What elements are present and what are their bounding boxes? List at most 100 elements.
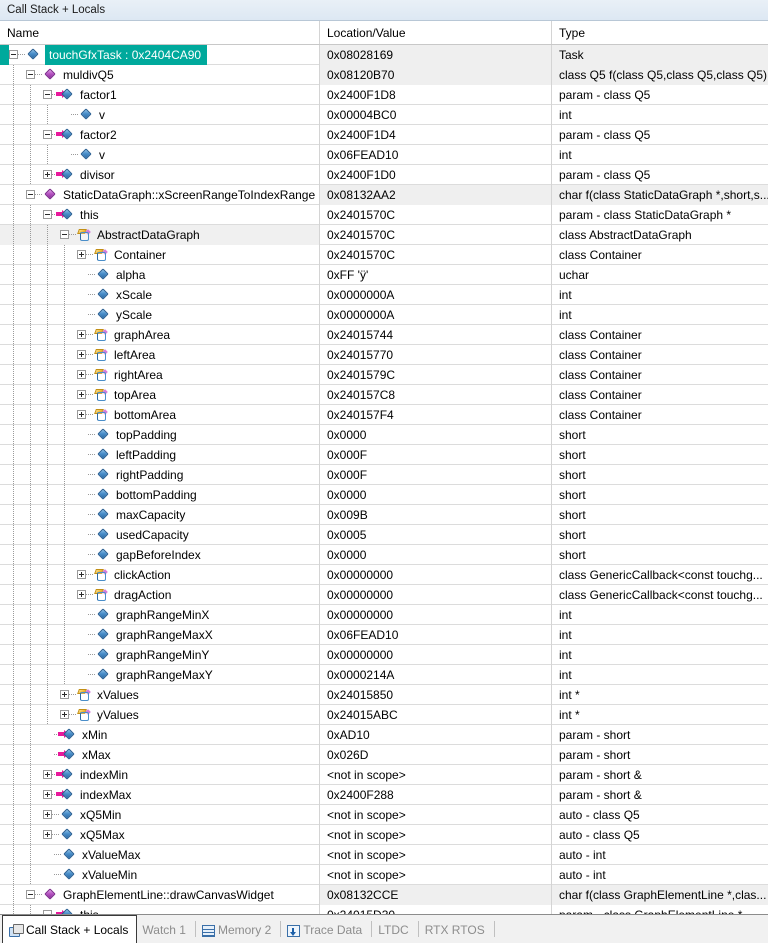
table-row[interactable]: yValues 0x24015ABC int * bbox=[0, 704, 768, 725]
cell-name[interactable]: graphArea bbox=[0, 324, 320, 345]
expand-icon[interactable] bbox=[43, 810, 52, 819]
cell-name[interactable]: topArea bbox=[0, 384, 320, 405]
cell-name[interactable]: bottomArea bbox=[0, 404, 320, 425]
expand-icon[interactable] bbox=[77, 390, 86, 399]
cell-name[interactable]: xQ5Min bbox=[0, 804, 320, 825]
tree-node[interactable]: xQ5Max bbox=[0, 824, 319, 845]
table-row[interactable]: this 0x24015D30param - class GraphElement… bbox=[0, 904, 768, 914]
cell-location-value[interactable]: 0x0005 bbox=[320, 524, 552, 545]
tab-watch-1[interactable]: Watch 1 bbox=[137, 916, 194, 943]
collapse-icon[interactable] bbox=[26, 890, 35, 899]
tree-node[interactable]: factor1 bbox=[0, 84, 319, 105]
cell-name[interactable]: this bbox=[0, 204, 320, 225]
expand-icon[interactable] bbox=[60, 690, 69, 699]
tree-node[interactable]: xScale bbox=[0, 284, 319, 305]
expand-icon[interactable] bbox=[43, 170, 52, 179]
cell-location-value[interactable]: 0x026D bbox=[320, 744, 552, 765]
cell-name[interactable]: yValues bbox=[0, 704, 320, 725]
table-row[interactable]: v 0x00004BC0 int bbox=[0, 104, 768, 125]
tree-node[interactable]: gapBeforeIndex bbox=[0, 544, 319, 565]
cell-location-value[interactable]: 0x0000000A bbox=[320, 304, 552, 325]
collapse-icon[interactable] bbox=[9, 50, 18, 59]
cell-name[interactable]: leftArea bbox=[0, 344, 320, 365]
expand-icon[interactable] bbox=[77, 250, 86, 259]
cell-location-value[interactable]: 0x0000 bbox=[320, 544, 552, 565]
tree-node[interactable]: factor2 bbox=[0, 124, 319, 145]
cell-name[interactable]: muldivQ5 bbox=[0, 64, 320, 85]
cell-location-value[interactable]: 0x08132CCE bbox=[320, 884, 552, 905]
tree-node[interactable]: alpha bbox=[0, 264, 319, 285]
cell-location-value[interactable]: 0x08132AA2 bbox=[320, 184, 552, 205]
cell-name[interactable]: GraphElementLine::drawCanvasWidget bbox=[0, 884, 320, 905]
table-row[interactable]: graphRangeMaxX 0x06FEAD10 int bbox=[0, 624, 768, 645]
cell-name[interactable]: yScale bbox=[0, 304, 320, 325]
cell-name[interactable]: indexMax bbox=[0, 784, 320, 805]
tree-node[interactable]: maxCapacity bbox=[0, 504, 319, 525]
cell-name[interactable]: maxCapacity bbox=[0, 504, 320, 525]
tree-node[interactable]: graphArea bbox=[0, 324, 319, 345]
tab-rtx-rtos[interactable]: RTX RTOS bbox=[420, 916, 493, 943]
table-row[interactable]: graphRangeMinY 0x00000000 int bbox=[0, 644, 768, 665]
cell-location-value[interactable]: 0x000F bbox=[320, 464, 552, 485]
cell-name[interactable]: alpha bbox=[0, 264, 320, 285]
table-row[interactable]: xValues 0x24015850 int * bbox=[0, 684, 768, 705]
table-row[interactable]: Container 0x2401570C class Container bbox=[0, 244, 768, 265]
cell-location-value[interactable]: 0x08028169 bbox=[320, 45, 552, 65]
table-row[interactable]: touchGfxTask : 0x2404CA90 0x08028169 Task bbox=[0, 45, 768, 65]
tree-node[interactable]: bottomPadding bbox=[0, 484, 319, 505]
tree-node[interactable]: xQ5Min bbox=[0, 804, 319, 825]
tree-node[interactable]: yScale bbox=[0, 304, 319, 325]
tree-node[interactable]: xValueMax bbox=[0, 844, 319, 865]
tree-node[interactable]: leftPadding bbox=[0, 444, 319, 465]
tree-node[interactable]: rightPadding bbox=[0, 464, 319, 485]
cell-location-value[interactable]: 0x06FEAD10 bbox=[320, 624, 552, 645]
table-row[interactable]: xMax 0x026D param - short bbox=[0, 744, 768, 765]
cell-location-value[interactable]: 0x24015770 bbox=[320, 344, 552, 365]
table-row[interactable]: factor1 0x2400F1D8 param - class Q5 bbox=[0, 84, 768, 105]
table-row[interactable]: factor2 0x2400F1D4 param - class Q5 bbox=[0, 124, 768, 145]
table-row[interactable]: StaticDataGraph::xScreenRangeToIndexRang… bbox=[0, 184, 768, 205]
table-row[interactable]: AbstractDataGraph 0x2401570C class Abstrac… bbox=[0, 224, 768, 245]
expand-icon[interactable] bbox=[43, 790, 52, 799]
expand-icon[interactable] bbox=[43, 830, 52, 839]
table-row[interactable]: maxCapacity 0x009B short bbox=[0, 504, 768, 525]
cell-location-value[interactable]: <not in scope> bbox=[320, 804, 552, 825]
cell-location-value[interactable]: 0x240157F4 bbox=[320, 404, 552, 425]
cell-name[interactable]: this bbox=[0, 904, 320, 914]
tab-ltdc[interactable]: LTDC bbox=[373, 916, 416, 943]
column-header-location-value[interactable]: Location/Value bbox=[320, 21, 552, 44]
tree-node[interactable]: this bbox=[0, 204, 319, 225]
cell-location-value[interactable]: 0x06FEAD10 bbox=[320, 144, 552, 165]
cell-name[interactable]: bottomPadding bbox=[0, 484, 320, 505]
table-row[interactable]: alpha 0xFF 'ÿ' uchar bbox=[0, 264, 768, 285]
tree-node[interactable]: bottomArea bbox=[0, 404, 319, 425]
cell-location-value[interactable]: 0x2400F1D8 bbox=[320, 84, 552, 105]
call-stack-tree-grid[interactable]: touchGfxTask : 0x2404CA90 0x08028169 Task m… bbox=[0, 45, 768, 914]
tree-node[interactable]: graphRangeMinY bbox=[0, 644, 319, 665]
cell-location-value[interactable]: 0x00004BC0 bbox=[320, 104, 552, 125]
cell-name[interactable]: clickAction bbox=[0, 564, 320, 585]
table-row[interactable]: dragAction 0x00000000 class GenericCallbac… bbox=[0, 584, 768, 605]
cell-name[interactable]: AbstractDataGraph bbox=[0, 224, 320, 245]
cell-location-value[interactable]: 0x2401570C bbox=[320, 204, 552, 225]
tree-node[interactable]: xValues bbox=[0, 684, 319, 705]
cell-name[interactable]: factor1 bbox=[0, 84, 320, 105]
tree-node[interactable]: xValueMin bbox=[0, 864, 319, 885]
tree-node[interactable]: clickAction bbox=[0, 564, 319, 585]
table-row[interactable]: GraphElementLine::drawCanvasWidget 0x0813… bbox=[0, 884, 768, 905]
tree-node[interactable]: touchGfxTask : 0x2404CA90 bbox=[0, 45, 319, 65]
cell-name[interactable]: Container bbox=[0, 244, 320, 265]
table-row[interactable]: muldivQ5 0x08120B70 class Q5 f(class Q5,cl… bbox=[0, 64, 768, 85]
tree-node[interactable]: graphRangeMaxY bbox=[0, 664, 319, 685]
tree-node[interactable]: v bbox=[0, 144, 319, 165]
cell-location-value[interactable]: <not in scope> bbox=[320, 764, 552, 785]
cell-location-value[interactable]: 0x00000000 bbox=[320, 604, 552, 625]
tree-node[interactable]: graphRangeMinX bbox=[0, 604, 319, 625]
cell-location-value[interactable]: 0x24015D30 bbox=[320, 904, 552, 914]
cell-name[interactable]: v bbox=[0, 144, 320, 165]
expand-icon[interactable] bbox=[77, 410, 86, 419]
tree-node[interactable]: this bbox=[0, 904, 319, 914]
expand-icon[interactable] bbox=[77, 330, 86, 339]
tree-node[interactable]: AbstractDataGraph bbox=[0, 224, 319, 245]
cell-location-value[interactable]: 0x00000000 bbox=[320, 644, 552, 665]
